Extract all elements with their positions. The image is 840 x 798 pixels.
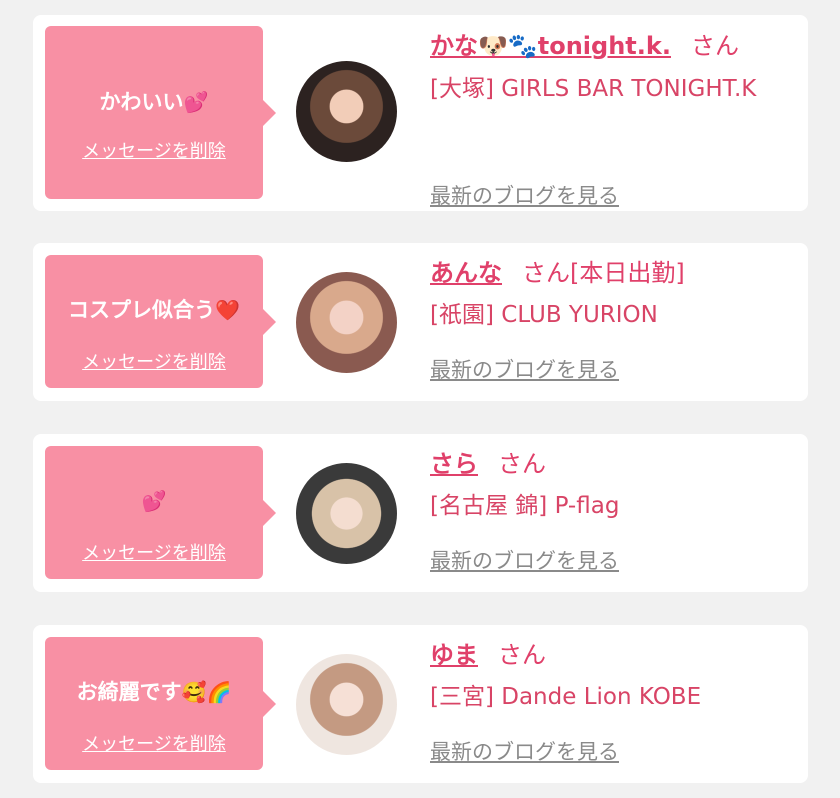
message-bubble: 💕 メッセージを削除 [45,446,276,579]
message-bubble: かわいい💕 メッセージを削除 [45,26,276,199]
cast-avatar[interactable] [296,61,397,162]
honorific: さん [498,641,546,669]
message-card: お綺麗です🥰🌈 メッセージを削除 ゆま さん [三宮] Dande Lion KO… [33,625,808,783]
cast-name-link[interactable]: あんな [430,259,502,287]
honorific: さん [498,450,546,478]
cast-avatar[interactable] [296,272,397,373]
delete-message-link[interactable]: メッセージを削除 [45,730,263,756]
delete-message-link[interactable]: メッセージを削除 [45,539,263,565]
message-list: かわいい💕 メッセージを削除 かな🐶🐾tonight.k. さん [大塚] GIR… [0,0,840,798]
cast-info: ゆま さん [三宮] Dande Lion KOBE 最新のブログを見る [430,640,798,764]
cast-name-line: さら さん [430,449,798,479]
delete-message-link[interactable]: メッセージを削除 [45,137,263,163]
shop-name: [大塚] GIRLS BAR TONIGHT.K [430,76,757,102]
cast-info: さら さん [名古屋 錦] P-flag 最新のブログを見る [430,449,798,573]
shop-name: [三宮] Dande Lion KOBE [430,684,702,710]
cast-name-line: ゆま さん [430,640,798,670]
cast-name-link[interactable]: ゆま [430,641,478,669]
honorific: さん [690,32,739,60]
message-text: コスプレ似合う❤️ [68,298,240,322]
message-text: かわいい💕 [99,90,209,114]
attendance-status: [本日出勤] [570,259,685,287]
cast-name-link[interactable]: さら [430,450,478,478]
message-emoji: ❤️ [215,298,240,322]
cast-info: かな🐶🐾tonight.k. さん [大塚] GIRLS BAR TONIGHT.… [430,31,798,208]
delete-message-link[interactable]: メッセージを削除 [45,348,263,374]
message-bubble: お綺麗です🥰🌈 メッセージを削除 [45,637,276,770]
honorific: さん [522,259,570,287]
cast-name-line: あんな さん[本日出勤] [430,258,798,288]
cast-name-link[interactable]: かな🐶🐾tonight.k. [430,32,671,60]
message-card: コスプレ似合う❤️ メッセージを削除 あんな さん[本日出勤] [祇園] CLUB… [33,243,808,401]
message-bubble: コスプレ似合う❤️ メッセージを削除 [45,255,276,388]
view-blog-link[interactable]: 最新のブログを見る [430,736,619,766]
shop-name: [名古屋 錦] P-flag [430,493,620,519]
cast-avatar[interactable] [296,463,397,564]
message-emoji: 💕 [183,90,209,114]
cast-name-line: かな🐶🐾tonight.k. さん [430,31,798,61]
message-text: 💕 [45,488,263,514]
view-blog-link[interactable]: 最新のブログを見る [430,180,619,210]
cast-info: あんな さん[本日出勤] [祇園] CLUB YURION 最新のブログを見る [430,258,798,382]
view-blog-link[interactable]: 最新のブログを見る [430,354,619,384]
message-card: 💕 メッセージを削除 さら さん [名古屋 錦] P-flag 最新のブログを見る [33,434,808,592]
cast-avatar[interactable] [296,654,397,755]
view-blog-link[interactable]: 最新のブログを見る [430,545,619,575]
message-emoji: 🥰🌈 [181,680,232,704]
shop-name: [祇園] CLUB YURION [430,302,658,328]
message-text: お綺麗です🥰🌈 [76,680,232,704]
message-card: かわいい💕 メッセージを削除 かな🐶🐾tonight.k. さん [大塚] GIR… [33,15,808,211]
message-emoji: 💕 [141,489,167,513]
